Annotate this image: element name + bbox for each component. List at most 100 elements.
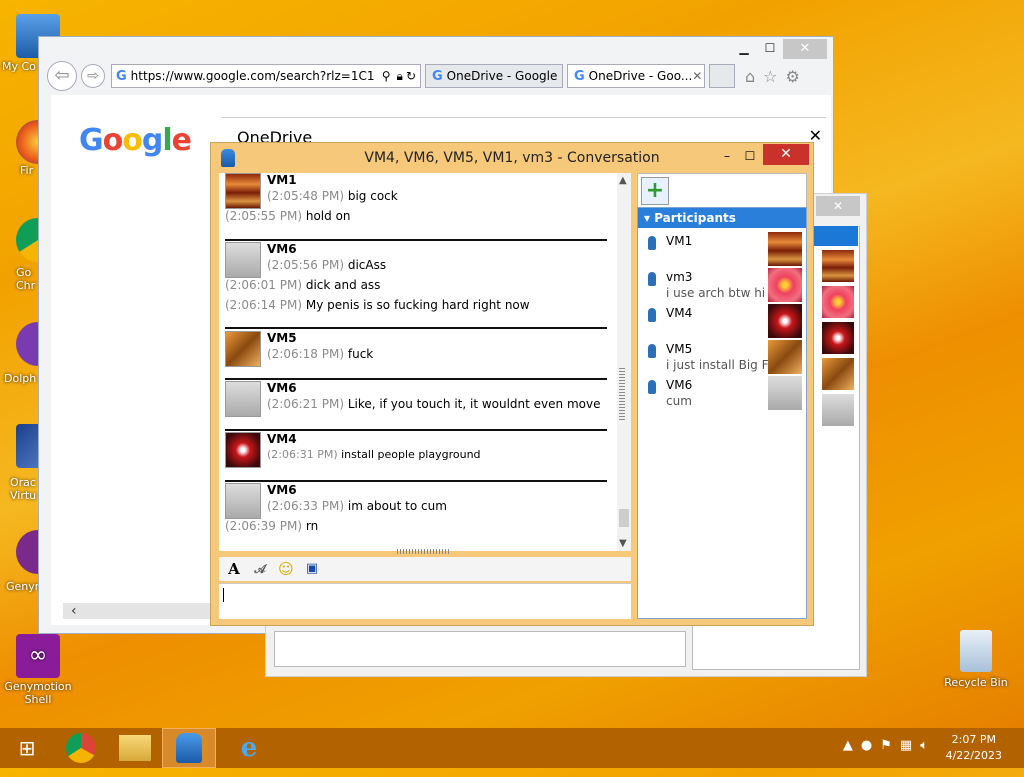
emoticon-icon[interactable]: ☺ [275, 559, 297, 579]
taskbar-ie[interactable]: e [222, 728, 276, 768]
participant-item[interactable]: VM1 [642, 232, 804, 268]
message-text: fuck [347, 347, 374, 361]
participant-name: vm3 [666, 270, 693, 284]
chevron-up-icon[interactable]: ▲ [843, 738, 853, 753]
message-input[interactable] [219, 583, 631, 619]
participant-avatar [768, 268, 802, 302]
participants-header[interactable]: ▾ Participants [638, 208, 806, 228]
avatar [225, 173, 261, 209]
ie-nav-bar: ⇦ ⇨ G https://www.google.com/search?rlz=… [47, 61, 827, 91]
pane-resize-handle[interactable] [619, 368, 625, 422]
avatar [225, 331, 261, 367]
tab-onedrive-2[interactable]: G OneDrive - Goo... ✕ [567, 64, 705, 88]
ie-icon: e [240, 733, 258, 763]
recycle-bin[interactable]: Recycle Bin [940, 630, 1012, 689]
taskbar-messenger[interactable] [162, 728, 216, 768]
participant-name: VM1 [666, 234, 693, 248]
timestamp: (2:05:55 PM) [225, 209, 303, 223]
participant-avatar [768, 304, 802, 338]
message-line: (2:05:56 PM) dicAss [267, 258, 386, 272]
input-resize-handle[interactable] [397, 549, 451, 554]
separator [225, 239, 607, 241]
home-icon[interactable]: ⌂ [745, 67, 755, 86]
recycle-bin-label: Recycle Bin [944, 676, 1008, 689]
user-icon [648, 272, 656, 286]
timestamp: (2:06:39 PM) [225, 519, 303, 533]
address-bar[interactable]: G https://www.google.com/search?rlz=1C1 … [111, 64, 421, 88]
taskbar-chrome[interactable] [54, 728, 108, 768]
scroll-down-icon[interactable]: ▼ [619, 538, 627, 549]
message-line: (2:06:31 PM) install people playground [267, 448, 481, 461]
add-participant-button[interactable]: + [641, 177, 669, 205]
avatar [225, 381, 261, 417]
timestamp: (2:06:31 PM) [267, 448, 338, 461]
save-icon[interactable]: ▣ [301, 559, 323, 579]
message-scrollbar[interactable]: ▲ ▼ [617, 173, 631, 551]
participant-item[interactable]: VM4 [642, 304, 804, 340]
text-caret [223, 588, 224, 602]
message-text: dick and ass [305, 278, 381, 292]
message-text: dicAss [347, 258, 387, 272]
message-line: (2:06:01 PM) dick and ass [225, 278, 380, 292]
forward-button[interactable]: ⇨ [81, 64, 105, 88]
clock[interactable]: 2:07 PM 4/22/2023 [946, 732, 1002, 764]
recycle-bin-icon [960, 630, 992, 672]
url-text: https://www.google.com/search?rlz=1C1 [130, 69, 375, 83]
participant-item[interactable]: VM5 i just install Big F... [642, 340, 804, 376]
participant-item[interactable]: vm3 i use arch btw hi [642, 268, 804, 304]
start-button[interactable]: ⊞ [0, 728, 54, 768]
desktop-icon-label: Dolph [4, 372, 37, 385]
participant-item[interactable]: VM6 cum [642, 376, 804, 412]
separator [225, 378, 607, 380]
message-line: (2:06:14 PM) My penis is so fucking hard… [225, 298, 530, 312]
volume-icon[interactable]: 🔈︎ [920, 738, 928, 753]
message-line: (2:06:39 PM) rn [225, 519, 318, 533]
action-center-icon[interactable]: ⚑ [880, 738, 892, 753]
gear-icon[interactable]: ⚙ [786, 67, 800, 86]
avatar [225, 432, 261, 468]
desktop-icon-genymotion-shell[interactable]: ∞ Genymotion Shell [0, 634, 76, 706]
maximize-button[interactable]: ☐ [757, 39, 783, 57]
message-line: (2:06:33 PM) im about to cum [267, 499, 447, 513]
separator [225, 327, 607, 329]
sender-name: VM4 [267, 432, 297, 446]
maximize-button[interactable]: ☐ [739, 147, 761, 165]
timestamp: (2:05:48 PM) [267, 189, 345, 203]
background-avatar [822, 286, 854, 318]
participants-list: ▾ Participants VM1 vm3 i use arch btw hi… [637, 207, 807, 619]
genymotion-shell-icon: ∞ [16, 634, 60, 678]
taskbar-file-explorer[interactable] [108, 728, 162, 768]
scroll-thumb[interactable] [619, 509, 629, 527]
user-icon [648, 380, 656, 394]
desktop-icon-label: Genyr [6, 580, 40, 593]
clock-date: 4/22/2023 [945, 749, 1002, 762]
messenger-tray-icon[interactable]: ● [861, 738, 872, 753]
back-button[interactable]: ⇦ [47, 61, 77, 91]
message-line: (2:06:18 PM) fuck [267, 347, 373, 361]
sender-name: VM5 [267, 331, 297, 345]
tab-onedrive-1[interactable]: G OneDrive - Google ... [425, 64, 563, 88]
close-button[interactable]: ✕ [783, 39, 827, 59]
close-tab-icon[interactable]: ✕ [692, 69, 702, 83]
sender-name: VM1 [267, 173, 297, 187]
search-icon[interactable]: ⚲ [382, 69, 391, 83]
close-button[interactable]: ✕ [816, 196, 860, 216]
background-avatar [822, 322, 854, 354]
scroll-up-icon[interactable]: ▲ [619, 175, 627, 186]
avatar [225, 483, 261, 519]
refresh-icon[interactable]: ↻ [406, 69, 416, 83]
favorites-icon[interactable]: ☆ [763, 67, 777, 86]
google-logo: Google [79, 123, 192, 158]
font-icon[interactable]: A [223, 559, 245, 579]
message-line: (2:05:55 PM) hold on [225, 209, 351, 223]
user-icon [648, 344, 656, 358]
message-history[interactable]: VM1 (2:05:48 PM) big cock (2:05:55 PM) h… [219, 173, 631, 551]
minimize-button[interactable]: ▁ [731, 39, 757, 57]
tab-label: OneDrive - Goo... [588, 69, 693, 83]
new-tab-button[interactable] [709, 64, 735, 88]
font-color-icon[interactable]: 𝒜 [249, 559, 271, 579]
participant-status: i just install Big F... [666, 358, 770, 372]
close-button[interactable]: ✕ [763, 144, 809, 165]
network-icon[interactable]: ▦ [900, 738, 912, 753]
minimize-button[interactable]: – [716, 147, 738, 165]
